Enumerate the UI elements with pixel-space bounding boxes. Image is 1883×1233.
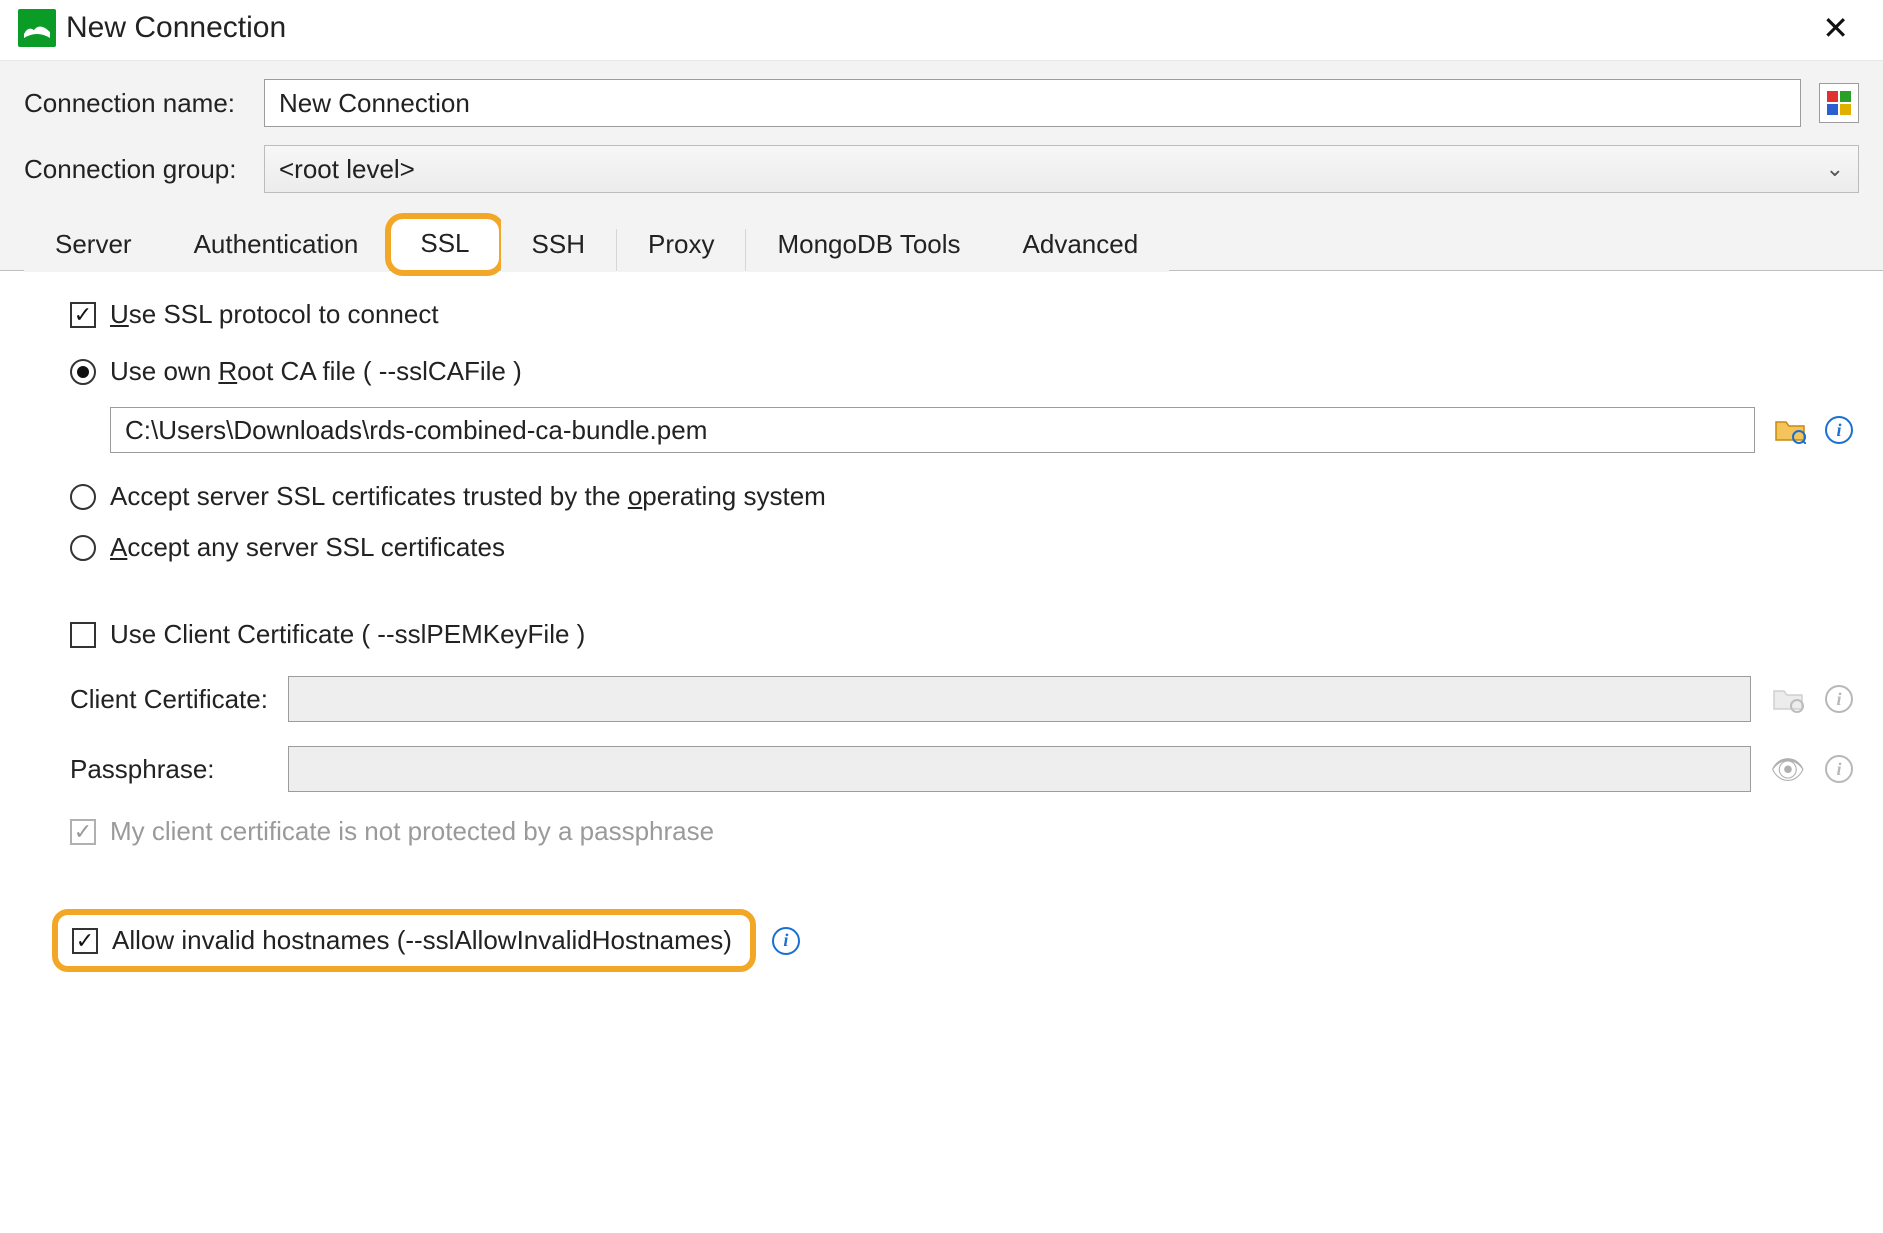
- tab-mongodb-tools[interactable]: MongoDB Tools: [746, 218, 991, 272]
- eye-icon: 👁: [1770, 753, 1806, 786]
- tab-server[interactable]: Server: [24, 218, 163, 272]
- info-icon: i: [1825, 755, 1853, 783]
- passphrase-label: Passphrase:: [70, 754, 270, 785]
- use-client-cert-checkbox[interactable]: [70, 622, 96, 648]
- tab-proxy[interactable]: Proxy: [617, 218, 745, 272]
- accept-os-trusted-radio[interactable]: [70, 484, 96, 510]
- ssl-panel: Use SSL protocol to connect Use own Root…: [0, 271, 1883, 1000]
- tab-ssh[interactable]: SSH: [501, 218, 616, 272]
- close-button[interactable]: ✕: [1812, 8, 1859, 48]
- use-ssl-label[interactable]: Use SSL protocol to connect: [110, 299, 439, 330]
- allow-invalid-hostnames-highlight: Allow invalid hostnames (--sslAllowInval…: [52, 909, 756, 972]
- connection-header: Connection name: Connection group: <root…: [0, 60, 1883, 215]
- window-title: New Connection: [66, 11, 286, 45]
- chevron-down-icon: ⌄: [1826, 156, 1844, 182]
- tab-ssl[interactable]: SSL: [389, 217, 500, 272]
- client-cert-input: [288, 676, 1751, 722]
- no-passphrase-label: My client certificate is not protected b…: [110, 816, 714, 847]
- use-client-cert-label[interactable]: Use Client Certificate ( --sslPEMKeyFile…: [110, 619, 585, 650]
- allow-invalid-hostnames-label[interactable]: Allow invalid hostnames (--sslAllowInval…: [112, 925, 732, 956]
- tabs: Server Authentication SSL SSH Proxy Mong…: [0, 215, 1883, 271]
- accept-any-radio[interactable]: [70, 535, 96, 561]
- allow-invalid-hostnames-checkbox[interactable]: [72, 928, 98, 954]
- client-cert-label: Client Certificate:: [70, 684, 270, 715]
- info-icon[interactable]: i: [772, 927, 800, 955]
- connection-group-select[interactable]: <root level> ⌄: [264, 145, 1859, 193]
- app-icon: [18, 9, 56, 47]
- tab-authentication[interactable]: Authentication: [163, 218, 390, 272]
- browse-client-cert-button: [1769, 680, 1807, 718]
- accept-os-trusted-label[interactable]: Accept server SSL certificates trusted b…: [110, 481, 826, 512]
- connection-group-value: <root level>: [279, 154, 415, 185]
- accept-any-label[interactable]: Accept any server SSL certificates: [110, 532, 505, 563]
- use-own-root-ca-label[interactable]: Use own Root CA file ( --sslCAFile ): [110, 356, 522, 387]
- no-passphrase-checkbox: [70, 819, 96, 845]
- reveal-passphrase-button: 👁: [1769, 750, 1807, 788]
- use-ssl-checkbox[interactable]: [70, 302, 96, 328]
- tab-advanced[interactable]: Advanced: [992, 218, 1170, 272]
- info-icon: i: [1825, 685, 1853, 713]
- info-icon[interactable]: i: [1825, 416, 1853, 444]
- use-own-root-ca-radio[interactable]: [70, 359, 96, 385]
- color-picker-button[interactable]: [1819, 83, 1859, 123]
- browse-ca-file-button[interactable]: [1771, 411, 1809, 449]
- passphrase-input: [288, 746, 1751, 792]
- connection-name-input[interactable]: [264, 79, 1801, 127]
- ca-file-input[interactable]: [110, 407, 1755, 453]
- connection-name-label: Connection name:: [24, 88, 246, 119]
- title-bar: New Connection ✕: [0, 0, 1883, 60]
- connection-group-label: Connection group:: [24, 154, 246, 185]
